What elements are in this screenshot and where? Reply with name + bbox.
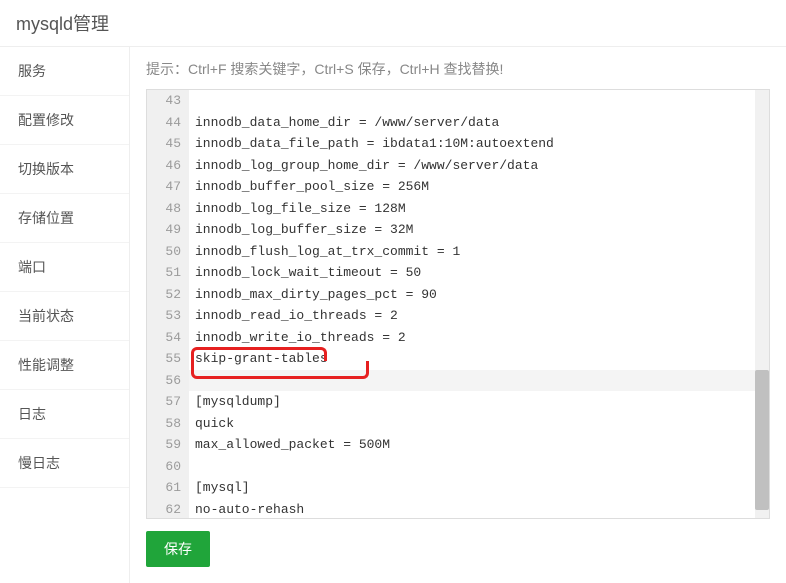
line-number: 54: [147, 327, 189, 349]
sidebar-item-log[interactable]: 日志: [0, 390, 129, 439]
sidebar-item-slowlog[interactable]: 慢日志: [0, 439, 129, 488]
code-line[interactable]: 56: [147, 370, 769, 392]
code-text[interactable]: innodb_data_home_dir = /www/server/data: [189, 112, 769, 134]
code-line[interactable]: 58quick: [147, 413, 769, 435]
sidebar-item-port[interactable]: 端口: [0, 243, 129, 292]
code-line[interactable]: 53innodb_read_io_threads = 2: [147, 305, 769, 327]
line-number: 47: [147, 176, 189, 198]
line-number: 48: [147, 198, 189, 220]
line-number: 44: [147, 112, 189, 134]
code-text[interactable]: [mysql]: [189, 477, 769, 499]
line-number: 59: [147, 434, 189, 456]
code-editor[interactable]: 4344innodb_data_home_dir = /www/server/d…: [146, 89, 770, 519]
code-line[interactable]: 45innodb_data_file_path = ibdata1:10M:au…: [147, 133, 769, 155]
code-text[interactable]: no-auto-rehash: [189, 499, 769, 520]
code-line[interactable]: 52innodb_max_dirty_pages_pct = 90: [147, 284, 769, 306]
code-text[interactable]: innodb_write_io_threads = 2: [189, 327, 769, 349]
code-text[interactable]: max_allowed_packet = 500M: [189, 434, 769, 456]
code-text[interactable]: innodb_log_group_home_dir = /www/server/…: [189, 155, 769, 177]
code-text[interactable]: innodb_max_dirty_pages_pct = 90: [189, 284, 769, 306]
main-panel: 提示：Ctrl+F 搜索关键字，Ctrl+S 保存，Ctrl+H 查找替换! 4…: [130, 47, 786, 583]
code-line[interactable]: 62no-auto-rehash: [147, 499, 769, 520]
code-line[interactable]: 61[mysql]: [147, 477, 769, 499]
line-number: 57: [147, 391, 189, 413]
line-number: 50: [147, 241, 189, 263]
line-number: 51: [147, 262, 189, 284]
code-line[interactable]: 54innodb_write_io_threads = 2: [147, 327, 769, 349]
sidebar-item-service[interactable]: 服务: [0, 47, 129, 96]
code-text[interactable]: innodb_flush_log_at_trx_commit = 1: [189, 241, 769, 263]
main-container: 服务 配置修改 切换版本 存储位置 端口 当前状态 性能调整 日志 慢日志 提示…: [0, 47, 786, 583]
sidebar-item-status[interactable]: 当前状态: [0, 292, 129, 341]
line-number: 60: [147, 456, 189, 478]
line-number: 45: [147, 133, 189, 155]
code-line[interactable]: 57[mysqldump]: [147, 391, 769, 413]
code-line[interactable]: 46innodb_log_group_home_dir = /www/serve…: [147, 155, 769, 177]
code-line[interactable]: 55skip-grant-tables: [147, 348, 769, 370]
line-number: 46: [147, 155, 189, 177]
hint-text: 提示：Ctrl+F 搜索关键字，Ctrl+S 保存，Ctrl+H 查找替换!: [146, 59, 770, 79]
line-number: 55: [147, 348, 189, 370]
line-number: 52: [147, 284, 189, 306]
line-number: 58: [147, 413, 189, 435]
code-line[interactable]: 43: [147, 90, 769, 112]
line-number: 62: [147, 499, 189, 520]
line-number: 56: [147, 370, 189, 392]
code-text[interactable]: [mysqldump]: [189, 391, 769, 413]
code-line[interactable]: 44innodb_data_home_dir = /www/server/dat…: [147, 112, 769, 134]
line-number: 61: [147, 477, 189, 499]
code-text[interactable]: [189, 370, 769, 392]
save-button[interactable]: 保存: [146, 531, 210, 567]
code-line[interactable]: 60: [147, 456, 769, 478]
scrollbar-track[interactable]: [755, 90, 769, 518]
code-line[interactable]: 49innodb_log_buffer_size = 32M: [147, 219, 769, 241]
code-text[interactable]: innodb_data_file_path = ibdata1:10M:auto…: [189, 133, 769, 155]
code-text[interactable]: innodb_read_io_threads = 2: [189, 305, 769, 327]
code-line[interactable]: 47innodb_buffer_pool_size = 256M: [147, 176, 769, 198]
code-text[interactable]: innodb_log_buffer_size = 32M: [189, 219, 769, 241]
code-text[interactable]: innodb_buffer_pool_size = 256M: [189, 176, 769, 198]
line-number: 43: [147, 90, 189, 112]
line-number: 49: [147, 219, 189, 241]
code-text[interactable]: quick: [189, 413, 769, 435]
scrollbar-thumb[interactable]: [755, 370, 769, 510]
sidebar-item-config[interactable]: 配置修改: [0, 96, 129, 145]
code-text[interactable]: skip-grant-tables: [189, 348, 769, 370]
page-title: mysqld管理: [0, 0, 786, 47]
sidebar-item-performance[interactable]: 性能调整: [0, 341, 129, 390]
code-text[interactable]: [189, 90, 769, 112]
sidebar-item-storage[interactable]: 存储位置: [0, 194, 129, 243]
code-line[interactable]: 50innodb_flush_log_at_trx_commit = 1: [147, 241, 769, 263]
code-line[interactable]: 51innodb_lock_wait_timeout = 50: [147, 262, 769, 284]
code-line[interactable]: 48innodb_log_file_size = 128M: [147, 198, 769, 220]
sidebar: 服务 配置修改 切换版本 存储位置 端口 当前状态 性能调整 日志 慢日志: [0, 47, 130, 583]
code-text[interactable]: [189, 456, 769, 478]
sidebar-item-version[interactable]: 切换版本: [0, 145, 129, 194]
code-text[interactable]: innodb_log_file_size = 128M: [189, 198, 769, 220]
line-number: 53: [147, 305, 189, 327]
code-text[interactable]: innodb_lock_wait_timeout = 50: [189, 262, 769, 284]
code-line[interactable]: 59max_allowed_packet = 500M: [147, 434, 769, 456]
